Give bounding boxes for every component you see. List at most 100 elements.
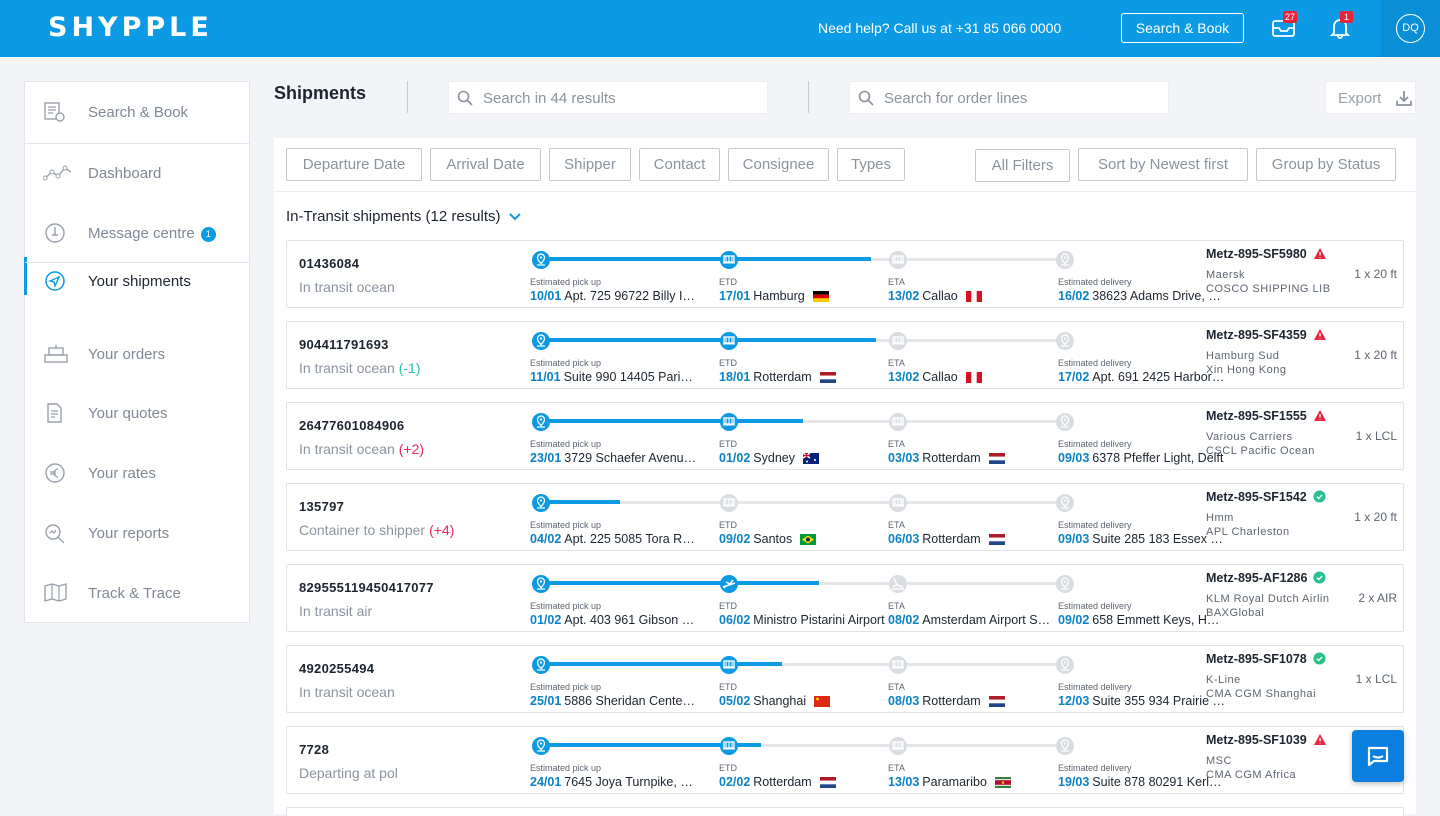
divider <box>407 81 408 113</box>
group-button[interactable]: Group by Status <box>1256 148 1396 181</box>
shipment-search[interactable] <box>448 81 768 114</box>
sidebar-label-text: Search & Book <box>88 104 189 121</box>
shipment-row[interactable]: 01436084 In transit ocean Estimated pick u… <box>286 240 1404 308</box>
reference[interactable]: Metz-895-SF1555 <box>1206 409 1327 425</box>
sidebar-item-your-shipments[interactable]: Your shipments <box>24 257 249 301</box>
stop-date: 13/03 <box>888 775 920 789</box>
chat-button[interactable] <box>1352 730 1404 782</box>
shipment-row[interactable]: 904411791693 In transit ocean (-1) Estimate… <box>286 321 1404 389</box>
vessel-name: CSCL Pacific Ocean <box>1206 445 1315 457</box>
search-input[interactable] <box>483 88 753 108</box>
export-button[interactable]: Export <box>1325 81 1416 114</box>
sidebar-item-label: Your orders <box>88 346 165 363</box>
shipment-id[interactable]: 829555119450417077 <box>299 580 434 595</box>
stop-value: 09/02658 Emmett Keys, Haarlem <box>1058 613 1226 627</box>
sidebar-item-label: Your rates <box>88 465 156 482</box>
stop-date: 16/02 <box>1058 289 1090 303</box>
reference[interactable]: Metz-895-SF1039 <box>1206 733 1327 749</box>
page-title: Shipments <box>274 83 367 103</box>
sidebar-item-track-trace[interactable]: Track & Trace <box>25 563 249 623</box>
chat-icon <box>1367 746 1389 767</box>
sidebar-item-your-quotes[interactable]: Your quotes <box>25 383 249 443</box>
vessel-icon <box>886 491 910 515</box>
filter-arrival-date[interactable]: Arrival Date <box>430 148 541 181</box>
sidebar-item-your-orders[interactable]: Your orders <box>25 324 249 384</box>
sidebar-item-your-rates[interactable]: Your rates <box>25 443 249 503</box>
stop-location: Rotterdam <box>922 532 981 546</box>
stop-caption: ETD <box>719 763 737 773</box>
filter-contact[interactable]: Contact <box>639 148 720 181</box>
avatar[interactable]: DQ <box>1396 14 1425 43</box>
stop-value: 01/02Apt. 403 961 Gibson Square <box>530 613 698 627</box>
sidebar-item-your-reports[interactable]: Your reports <box>25 503 249 563</box>
shipment-row[interactable]: 7728 Departing at pol Estimated pick up 24/… <box>286 726 1404 794</box>
filter-shipper[interactable]: Shipper <box>549 148 631 181</box>
vessel-icon <box>717 734 741 758</box>
reference[interactable]: Metz-895-SF5980 <box>1206 247 1327 263</box>
sidebar-item-label: Message centre 1 <box>88 225 216 242</box>
group-header[interactable]: In-Transit shipments (12 results) <box>286 208 521 225</box>
sidebar-item-message-centre[interactable]: Message centre 1 <box>25 203 249 263</box>
reference[interactable]: Metz-895-SF1078 <box>1206 652 1326 668</box>
stop-location: 3729 Schaefer Avenue, Melbourne <box>564 451 698 465</box>
sidebar-label-text: Your reports <box>88 525 170 542</box>
stop-caption: Estimated delivery <box>1058 763 1132 773</box>
flag-cn-icon <box>814 696 831 708</box>
reference[interactable]: Metz-895-SF1542 <box>1206 490 1326 506</box>
stop-location: Shanghai <box>753 694 807 708</box>
stop-delivery: Estimated delivery 09/03 6378 Pfeffer Ligh… <box>1058 439 1228 465</box>
stop-pickup: Estimated pick up 11/01 Suite 990 14405 Pa… <box>530 358 700 384</box>
sidebar-item-dashboard[interactable]: Dashboard <box>25 143 249 203</box>
shipment-id[interactable]: 904411791693 <box>299 337 389 352</box>
reference[interactable]: Metz-895-SF4359 <box>1206 328 1327 344</box>
filter-departure-date[interactable]: Departure Date <box>286 148 422 181</box>
stop-caption: ETD <box>719 520 737 530</box>
stop-pickup: Estimated pick up 23/01 3729 Schaefer Aven… <box>530 439 700 465</box>
search-book-button[interactable]: Search & Book <box>1121 13 1244 43</box>
sidebar-label-text: Your shipments <box>88 273 191 290</box>
inbox-icon[interactable]: 27 <box>1271 11 1298 40</box>
bell-icon[interactable]: 1 <box>1328 11 1354 40</box>
flag-br-icon <box>800 534 817 546</box>
order-search[interactable] <box>849 81 1169 114</box>
shipment-id[interactable]: 7728 <box>299 742 329 757</box>
pickup-pin-icon <box>529 653 553 677</box>
shipment-row[interactable]: 829555119450417077 In transit air Estimate… <box>286 564 1404 632</box>
shipment-row[interactable]: 26477601084906 In transit ocean (+2) Estima… <box>286 402 1404 470</box>
shipment-id[interactable]: 26477601084906 <box>299 418 404 433</box>
shipment-row[interactable]: 135797 Container to shipper (+4) Estimated … <box>286 483 1404 551</box>
reference-status <box>1313 409 1327 425</box>
stop-location: Callao <box>922 289 958 303</box>
sidebar-item-label: Track & Trace <box>88 585 181 602</box>
stop-value: 16/02 38623 Adams Drive, Lima <box>1058 289 1226 303</box>
reference[interactable]: Metz-895-AF1286 <box>1206 571 1326 587</box>
all-filters-button[interactable]: All Filters <box>975 149 1070 182</box>
stop-location: Callao <box>922 370 958 384</box>
order-search-input[interactable] <box>884 88 1154 108</box>
stop-caption: ETD <box>719 358 737 368</box>
sidebar-item-label: Your reports <box>88 525 169 542</box>
vessel-name: APL Charleston <box>1206 526 1290 538</box>
shipment-id[interactable]: 01436084 <box>299 256 359 271</box>
filter-types[interactable]: Types <box>837 148 905 181</box>
carrier-info: Various Carriers CSCL Pacific Ocean <box>1206 430 1330 458</box>
flag-de-icon <box>812 291 829 303</box>
warning-icon <box>1313 734 1326 745</box>
shipment-id[interactable]: 135797 <box>299 499 344 514</box>
flag-au-icon <box>802 453 819 465</box>
shipment-row[interactable]: 4920255494 In transit ocean Estimated pick… <box>286 645 1404 713</box>
sidebar-item-search-book[interactable]: Search & Book <box>25 82 249 142</box>
orders-icon <box>43 343 68 365</box>
shipment-row[interactable] <box>286 807 1404 816</box>
stop-location: Apt. 403 961 Gibson Square <box>564 613 698 627</box>
stop-etd: ETD 05/02 Shanghai <box>719 682 889 708</box>
stop-eta: ETA 13/02 Callao <box>888 358 1058 384</box>
logo[interactable]: SHYPPLE <box>48 12 213 43</box>
flag-pe-icon <box>965 372 982 384</box>
shipment-id[interactable]: 4920255494 <box>299 661 374 676</box>
arrival-plane-icon <box>886 572 910 596</box>
status-text: Departing at pol <box>299 765 398 781</box>
user-menu[interactable]: DQ <box>1381 0 1440 57</box>
filter-consignee[interactable]: Consignee <box>728 148 829 181</box>
sort-button[interactable]: Sort by Newest first <box>1078 148 1248 181</box>
